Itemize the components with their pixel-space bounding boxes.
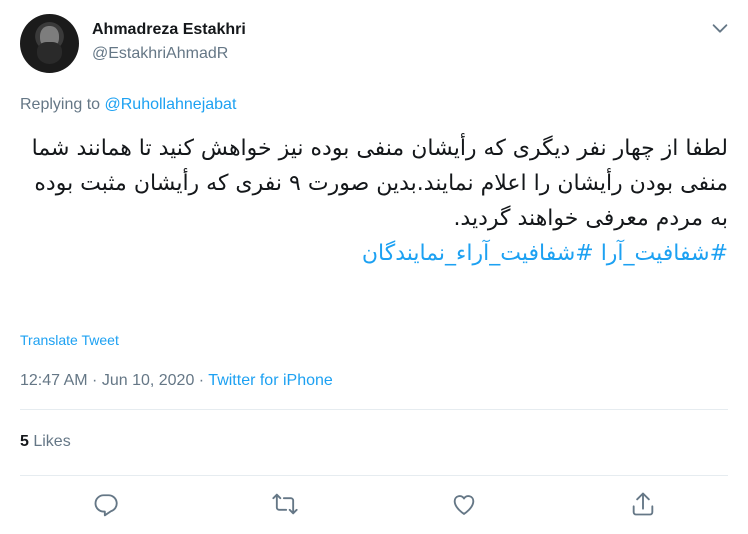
heart-icon[interactable] xyxy=(450,490,478,518)
tweet-text: لطفا از چهار نفر دیگری که رأیشان منفی بو… xyxy=(18,131,728,271)
tweet-hashtags[interactable]: #شفافیت_آرا #شفافیت_آراء_نمایندگان xyxy=(18,236,728,271)
likes-label: Likes xyxy=(28,433,71,450)
share-icon[interactable] xyxy=(629,490,657,518)
translate-tweet-link[interactable]: Translate Tweet xyxy=(20,332,119,348)
divider xyxy=(20,409,728,410)
meta-separator: · xyxy=(194,372,209,389)
replying-prefix: Replying to xyxy=(20,96,105,113)
avatar-beard xyxy=(37,42,62,64)
likes-number: 5 xyxy=(20,433,29,450)
meta-separator: · xyxy=(87,372,102,389)
reply-icon[interactable] xyxy=(92,490,120,518)
tweet-source[interactable]: Twitter for iPhone xyxy=(208,372,333,389)
likes-count[interactable]: 5 Likes xyxy=(20,433,71,451)
chevron-down-icon[interactable] xyxy=(709,17,731,39)
tweet-time[interactable]: 12:47 AM xyxy=(20,372,88,389)
tweet-meta: 12:47 AM · Jun 10, 2020 · Twitter for iP… xyxy=(20,372,333,390)
author-name[interactable]: Ahmadreza Estakhri xyxy=(92,21,246,39)
retweet-icon[interactable] xyxy=(271,490,299,518)
tweet-date[interactable]: Jun 10, 2020 xyxy=(102,372,195,389)
tweet-body-text: لطفا از چهار نفر دیگری که رأیشان منفی بو… xyxy=(31,136,728,231)
replying-to-link[interactable]: @Ruhollahnejabat xyxy=(105,96,237,113)
divider xyxy=(20,475,728,476)
author-handle[interactable]: @EstakhriAhmadR xyxy=(92,45,228,63)
replying-to: Replying to @Ruhollahnejabat xyxy=(20,96,236,114)
avatar[interactable] xyxy=(20,14,79,73)
